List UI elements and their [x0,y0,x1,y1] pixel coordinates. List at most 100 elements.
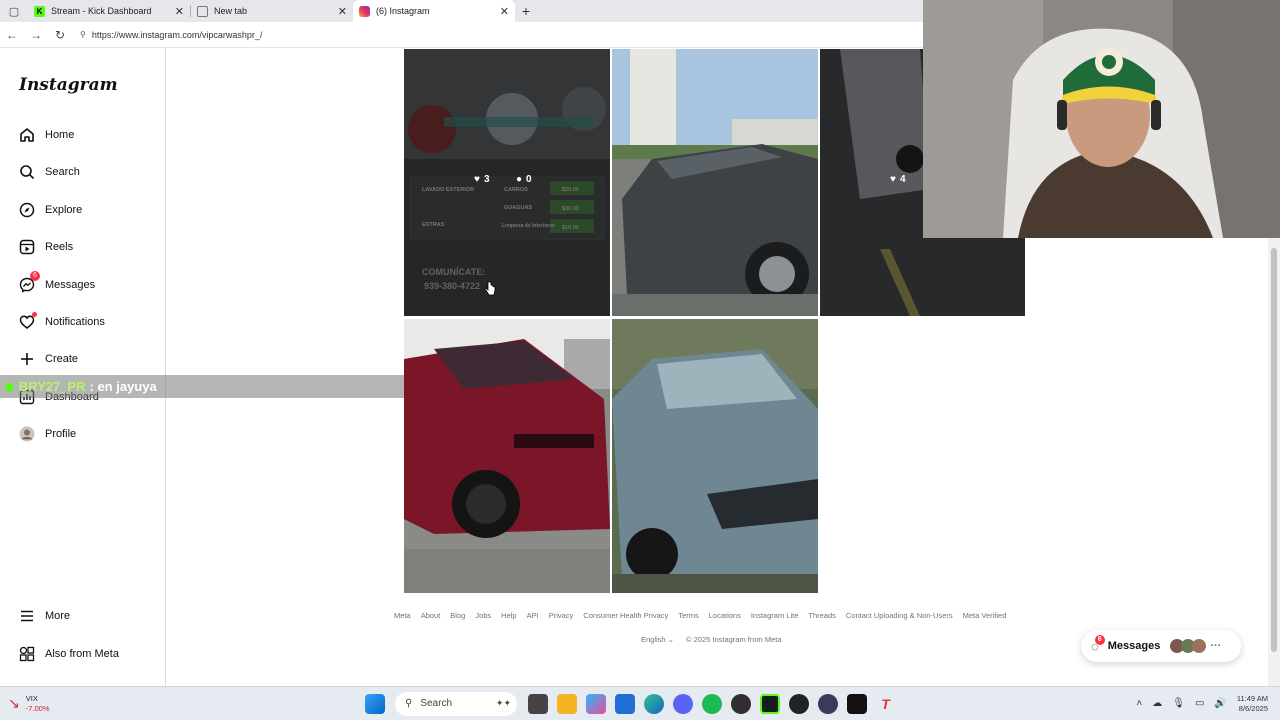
likes-count: 4 [899,174,906,185]
taskbar-search-label: Search [420,698,453,709]
avatar-icon [18,425,36,443]
windows-start-icon[interactable] [364,693,385,714]
chevron-up-icon[interactable]: ˄ [1136,698,1142,709]
spotify-icon[interactable] [701,693,722,714]
network-icon[interactable]: ▭ [1195,698,1204,709]
footer-links: Meta About Blog Jobs Help API Privacy Co… [394,611,1006,620]
sidebar-item-home[interactable]: Home [18,125,74,145]
post-likes-stat: ♥ 4 [890,174,906,185]
tab-close-icon[interactable]: ✕ [500,5,509,18]
task-view-icon[interactable] [527,693,548,714]
cloud-icon[interactable]: ☁ [1152,698,1162,709]
sidebar-item-reels[interactable]: Reels [18,237,73,257]
tab-label: Stream - Kick Dashboard [51,6,152,16]
window-menu-icon[interactable]: ▢ [0,0,28,22]
sidebar-item-also-from-meta[interactable]: Also from Meta [18,644,119,664]
windows-taskbar: ↘ VIX -7.00% ⚲ Search ✦✦ T ˄ ☁ 🎙 ▭ 🔊 11:… [0,686,1280,720]
sidebar-item-more[interactable]: More [18,606,70,626]
kick-favicon-icon: K [34,5,45,17]
post-image-grey-suv [612,49,818,316]
footer-link[interactable]: Privacy [549,611,574,620]
tiktok-icon[interactable] [846,693,867,714]
sidebar-item-notifications[interactable]: Notifications [18,312,105,332]
volume-icon[interactable]: 🔊 [1214,698,1226,709]
app-icon[interactable] [817,693,838,714]
file-explorer-icon[interactable] [556,693,577,714]
microphone-icon[interactable]: 🎙 [1172,698,1185,709]
discord-icon[interactable] [672,693,693,714]
post-tile[interactable] [612,49,818,316]
post-tile[interactable] [404,319,610,593]
tab-close-icon[interactable]: ✕ [338,5,347,18]
typing-app-icon[interactable]: T [876,694,896,714]
compass-icon [18,201,36,219]
messages-pill[interactable]: ◌ 6 Messages ··· [1081,630,1241,662]
footer-link[interactable]: API [527,611,539,620]
more-icon[interactable]: ··· [1210,640,1221,652]
instagram-sidebar: Instagram Home Search Explore Reels 6 Me… [0,48,166,686]
footer-link[interactable]: Help [501,611,516,620]
reload-icon[interactable]: ↻ [48,28,72,42]
address-bar: ← → ↻ ⚲ https://www.instagram.com/vipcar… [0,22,923,48]
tab-instagram[interactable]: (6) Instagram ✕ [353,0,515,22]
post-likes-stat: ♥ 3 [474,174,490,185]
back-icon[interactable]: ← [0,28,24,42]
browser-tab-bar: ▢ K Stream - Kick Dashboard ✕ New tab ✕ … [0,0,923,22]
sidebar-item-create[interactable]: Create [18,349,78,369]
url-field[interactable]: ⚲ https://www.instagram.com/vipcarwashpr… [80,30,262,40]
tab-close-icon[interactable]: ✕ [175,5,184,18]
instagram-logo[interactable]: Instagram [19,75,118,95]
language-selector[interactable]: English ⌄ [641,635,674,644]
footer-link[interactable]: About [421,611,441,620]
footer-link[interactable]: Threads [808,611,836,620]
weather-widget[interactable]: ↘ VIX -7.00% [0,694,120,714]
widget-title: VIX [25,693,38,703]
copilot-icon[interactable] [585,693,606,714]
post-image-blue-sedan [612,319,818,593]
messenger-icon: ◌ 6 [1091,634,1105,654]
messenger-icon: 6 [18,271,40,294]
system-tray: ˄ ☁ 🎙 ▭ 🔊 11:49 AM 8/6/2025 [1136,694,1268,714]
page-scrollbar[interactable] [1268,238,1280,686]
scrollbar-thumb[interactable] [1271,248,1277,652]
chat-message: : en jayuya [89,379,157,394]
messages-pill-label: Messages [1107,640,1161,652]
sidebar-item-label: Explore [45,204,83,216]
site-info-icon[interactable]: ⚲ [80,30,86,39]
streamer-webcam [923,0,1280,238]
footer-link[interactable]: Consumer Health Privacy [583,611,668,620]
footer-bottom: English ⌄ © 2025 Instagram from Meta [641,635,782,644]
tab-new-tab[interactable]: New tab ✕ [191,0,353,22]
footer-link[interactable]: Terms [678,611,698,620]
footer-link[interactable]: Blog [450,611,465,620]
post-tile[interactable]: LAVADO EXTERIOR CARROS GUAGUAS EXTRAS Li… [404,49,610,316]
tab-kick-dashboard[interactable]: K Stream - Kick Dashboard ✕ [28,0,190,22]
store-icon[interactable] [614,693,635,714]
sidebar-item-search[interactable]: Search [18,162,80,182]
edge-icon[interactable] [643,693,664,714]
kick-badge-icon: ◆ [4,378,15,394]
footer-link[interactable]: Instagram Lite [751,611,799,620]
kick-app-icon[interactable] [759,693,780,714]
footer-link[interactable]: Locations [709,611,741,620]
forward-icon[interactable]: → [24,28,48,42]
language-label: English [641,635,666,644]
footer-link[interactable]: Jobs [475,611,491,620]
footer-link[interactable]: Meta Verified [963,611,1007,620]
heart-filled-icon: ♥ [474,174,480,185]
obs-icon[interactable] [730,693,751,714]
sidebar-item-messages[interactable]: 6 Messages [18,271,95,295]
footer-link[interactable]: Contact Uploading & Non-Users [846,611,953,620]
sidebar-item-explore[interactable]: Explore [18,200,82,220]
media-player-icon[interactable] [788,693,809,714]
taskbar-search[interactable]: ⚲ Search ✦✦ [395,691,517,716]
clock[interactable]: 11:49 AM 8/6/2025 [1237,694,1268,714]
footer-link[interactable]: Meta [394,611,411,620]
post-image-red-jeep [404,319,610,593]
new-tab-button[interactable]: + [515,3,537,19]
home-icon [18,126,36,144]
search-icon: ⚲ [405,698,413,709]
sidebar-item-label: Notifications [45,316,105,328]
sidebar-item-profile[interactable]: Profile [18,424,76,444]
post-tile[interactable] [612,319,818,593]
